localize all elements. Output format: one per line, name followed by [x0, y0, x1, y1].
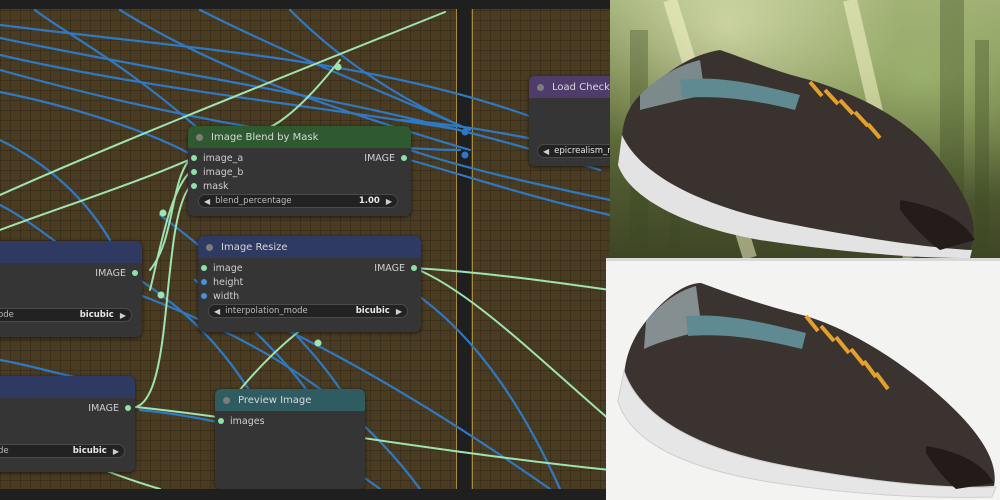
- widget-label: interpolation_mode: [225, 306, 308, 316]
- increment-arrow-icon[interactable]: ▶: [120, 311, 126, 320]
- widget-value: 1.00: [358, 196, 380, 206]
- output-pin-icon[interactable]: [125, 405, 131, 411]
- group-frame-line: [472, 9, 473, 489]
- collapse-dot-icon[interactable]: [206, 243, 213, 251]
- slot-label: width: [213, 290, 240, 302]
- collapse-dot-icon[interactable]: [196, 133, 203, 141]
- widget-label: de: [0, 446, 9, 456]
- slot-label: image_a: [203, 152, 244, 164]
- widget-value: bicubic: [79, 310, 114, 320]
- node-header[interactable]: Image Blend by Mask: [188, 126, 411, 148]
- node-title: Image Blend by Mask: [211, 131, 319, 143]
- node-header[interactable]: Image Resize: [198, 236, 421, 258]
- shoe-forest-image: [610, 0, 1000, 258]
- node-header[interactable]: [0, 376, 135, 398]
- shoe-forest-illustration: [618, 0, 989, 258]
- increment-arrow-icon[interactable]: ▶: [386, 197, 392, 206]
- slot-label: IMAGE: [374, 262, 405, 274]
- slot-label: IMAGE: [88, 402, 119, 414]
- input-pin-icon[interactable]: [218, 418, 224, 424]
- input-pin-icon[interactable]: [201, 265, 207, 271]
- input-slot-mask[interactable]: mask: [191, 180, 229, 192]
- output-slot-image[interactable]: IMAGE: [88, 402, 131, 414]
- shoe-white-image: [606, 261, 1000, 500]
- shoe-white-illustration: [617, 283, 997, 498]
- slot-label: IMAGE: [364, 152, 395, 164]
- input-pin-icon[interactable]: [191, 183, 197, 189]
- output-slot-image[interactable]: IMAGE: [364, 152, 407, 164]
- input-slot-image-a[interactable]: image_a: [191, 152, 243, 164]
- input-slot-image-b[interactable]: image_b: [191, 166, 243, 178]
- input-pin-icon[interactable]: [201, 293, 207, 299]
- node-title: Preview Image: [238, 394, 312, 406]
- node-image-resize[interactable]: Image Resize image height width IMAGE ◀ …: [198, 236, 421, 332]
- node-left-image-resize-1[interactable]: IMAGE ode bicubic ▶: [0, 241, 142, 337]
- node-left-image-resize-2[interactable]: IMAGE de bicubic ▶: [0, 376, 135, 472]
- input-slot-height[interactable]: height: [201, 276, 243, 288]
- increment-arrow-icon[interactable]: ▶: [396, 307, 402, 316]
- interpolation-mode-widget[interactable]: ◀ interpolation_mode bicubic ▶: [208, 304, 408, 318]
- node-header[interactable]: [0, 241, 142, 263]
- collapse-dot-icon[interactable]: [223, 396, 230, 404]
- blend-percentage-widget[interactable]: ◀ blend_percentage 1.00 ▶: [198, 194, 398, 208]
- slot-label: height: [213, 276, 244, 288]
- output-slot-image[interactable]: IMAGE: [95, 267, 138, 279]
- input-slot-images[interactable]: images: [218, 415, 265, 427]
- slot-label: mask: [203, 180, 229, 192]
- node-header[interactable]: Preview Image: [215, 389, 365, 411]
- output-slot-image[interactable]: IMAGE: [374, 262, 417, 274]
- output-pin-icon[interactable]: [132, 270, 138, 276]
- interpolation-mode-widget[interactable]: de bicubic ▶: [0, 444, 125, 458]
- widget-label: blend_percentage: [215, 196, 292, 206]
- interpolation-mode-widget[interactable]: ode bicubic ▶: [0, 308, 132, 322]
- node-title: Image Resize: [221, 241, 288, 253]
- input-pin-icon[interactable]: [191, 169, 197, 175]
- slot-label: image_b: [203, 166, 244, 178]
- node-image-blend-by-mask[interactable]: Image Blend by Mask image_a image_b mask…: [188, 126, 411, 216]
- widget-label: ode: [0, 310, 14, 320]
- widget-value: bicubic: [72, 446, 107, 456]
- input-pin-icon[interactable]: [201, 279, 207, 285]
- collapse-dot-icon[interactable]: [537, 83, 544, 91]
- output-pin-icon[interactable]: [411, 265, 417, 271]
- widget-value: bicubic: [355, 306, 390, 316]
- input-pin-icon[interactable]: [191, 155, 197, 161]
- slot-label: IMAGE: [95, 267, 126, 279]
- output-pin-icon[interactable]: [401, 155, 407, 161]
- input-slot-width[interactable]: width: [201, 290, 239, 302]
- slot-label: images: [230, 415, 265, 427]
- node-preview-image[interactable]: Preview Image images: [215, 389, 365, 489]
- input-slot-image[interactable]: image: [201, 262, 243, 274]
- increment-arrow-icon[interactable]: ▶: [113, 447, 119, 456]
- group-divider: [457, 9, 471, 489]
- slot-label: image: [213, 262, 243, 274]
